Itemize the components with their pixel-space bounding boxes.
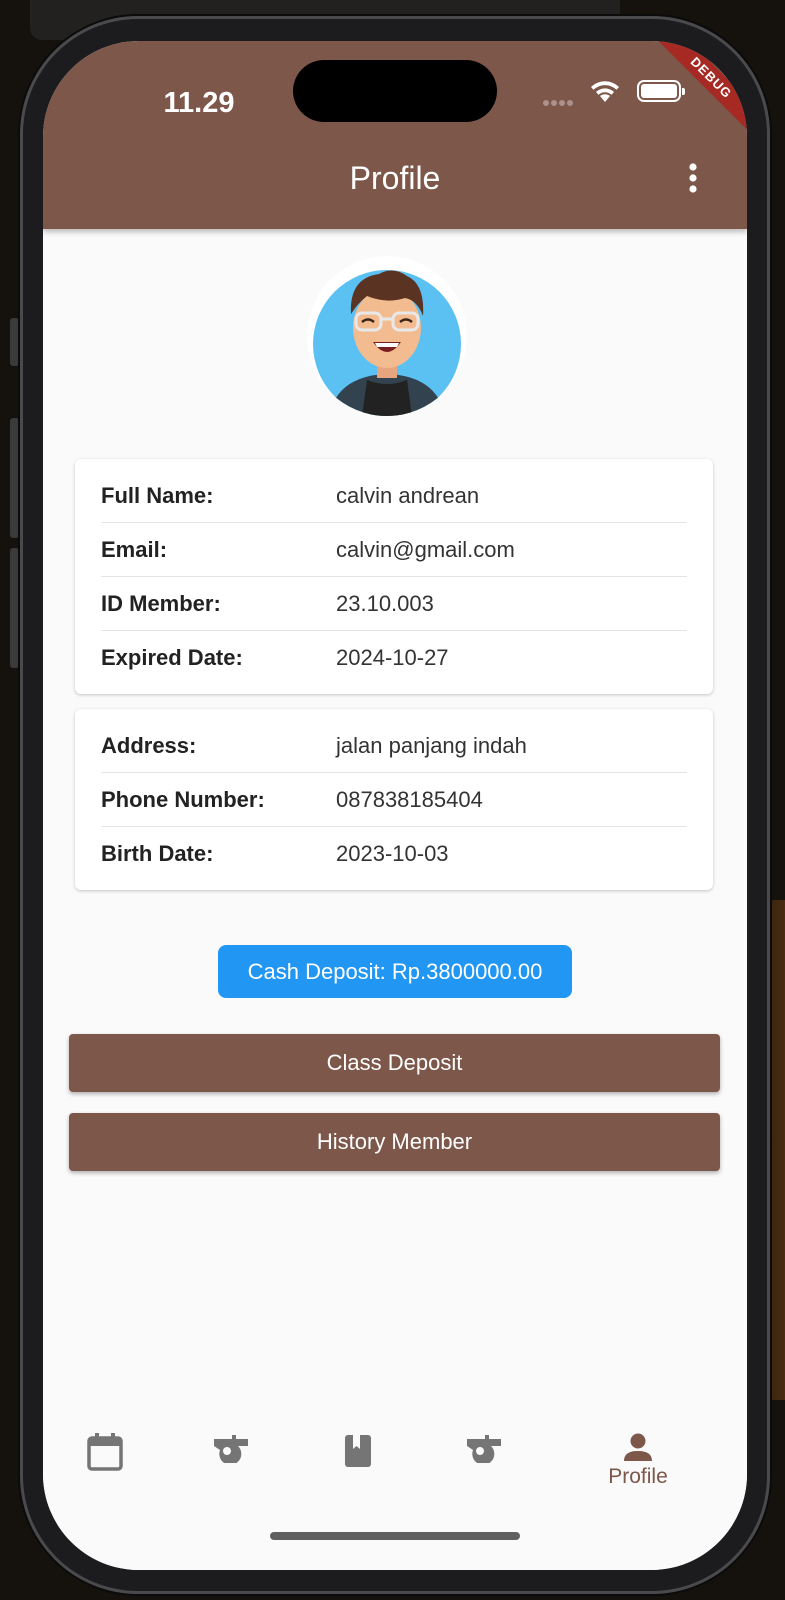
info-row-address: Address: jalan panjang indah bbox=[101, 719, 687, 773]
info-label: Full Name: bbox=[101, 482, 214, 508]
info-value: 23.10.003 bbox=[336, 590, 434, 616]
info-label: Phone Number: bbox=[101, 786, 265, 812]
info-row-birth-date: Birth Date: 2023-10-03 bbox=[101, 827, 687, 880]
calendar-icon bbox=[87, 1433, 123, 1471]
nav-item-schedule[interactable] bbox=[55, 1433, 155, 1503]
info-label: Address: bbox=[101, 732, 197, 758]
info-value: calvin@gmail.com bbox=[336, 536, 515, 562]
phone-frame: 11.29 DEBUG Profile Full Name: calvin an… bbox=[20, 16, 770, 1594]
battery-icon bbox=[637, 80, 685, 102]
info-label: ID Member: bbox=[101, 590, 221, 616]
status-time: 11.29 bbox=[163, 87, 235, 119]
info-row-id-member: ID Member: 23.10.003 bbox=[101, 577, 687, 631]
cash-deposit-badge: Cash Deposit: Rp.3800000.00 bbox=[218, 945, 572, 998]
book-icon bbox=[345, 1435, 371, 1467]
screen: 11.29 DEBUG Profile Full Name: calvin an… bbox=[43, 41, 747, 1570]
info-label: Email: bbox=[101, 536, 168, 562]
info-value: jalan panjang indah bbox=[336, 732, 527, 758]
phone-side-button bbox=[10, 318, 19, 366]
whistle-icon bbox=[467, 1435, 501, 1463]
nav-item-training[interactable] bbox=[434, 1433, 534, 1503]
phone-volume-down bbox=[10, 548, 19, 668]
info-label: Birth Date: bbox=[101, 840, 214, 866]
info-value: calvin andrean bbox=[336, 482, 480, 508]
info-value: 2023-10-03 bbox=[336, 840, 449, 866]
signal-icon bbox=[543, 93, 575, 111]
nav-item-classes[interactable] bbox=[308, 1433, 408, 1503]
nav-item-profile[interactable]: Profile bbox=[588, 1433, 688, 1503]
info-value: 2024-10-27 bbox=[336, 644, 449, 670]
more-vert-icon[interactable] bbox=[673, 158, 713, 198]
person-icon bbox=[624, 1433, 652, 1461]
dynamic-island bbox=[293, 60, 497, 122]
info-value: 087838185404 bbox=[336, 786, 483, 812]
info-row-full-name: Full Name: calvin andrean bbox=[101, 469, 687, 523]
history-member-button[interactable]: History Member bbox=[69, 1113, 720, 1171]
avatar bbox=[307, 256, 467, 416]
phone-volume-up bbox=[10, 418, 19, 538]
bottom-navigation: Profile bbox=[43, 1419, 747, 1570]
app-bar: 11.29 DEBUG Profile bbox=[43, 41, 747, 229]
contact-info-card: Address: jalan panjang indah Phone Numbe… bbox=[75, 709, 713, 890]
nav-item-booking[interactable] bbox=[181, 1433, 281, 1503]
nav-label-profile: Profile bbox=[608, 1465, 668, 1488]
wifi-icon bbox=[591, 81, 619, 102]
info-row-email: Email: calvin@gmail.com bbox=[101, 523, 687, 577]
info-row-phone: Phone Number: 087838185404 bbox=[101, 773, 687, 827]
info-label: Expired Date: bbox=[101, 644, 243, 670]
class-deposit-button[interactable]: Class Deposit bbox=[69, 1034, 720, 1092]
profile-info-card: Full Name: calvin andrean Email: calvin@… bbox=[75, 459, 713, 694]
home-indicator[interactable] bbox=[270, 1532, 520, 1540]
page-title: Profile bbox=[349, 160, 441, 196]
whistle-icon bbox=[214, 1435, 248, 1463]
info-row-expired-date: Expired Date: 2024-10-27 bbox=[101, 631, 687, 684]
